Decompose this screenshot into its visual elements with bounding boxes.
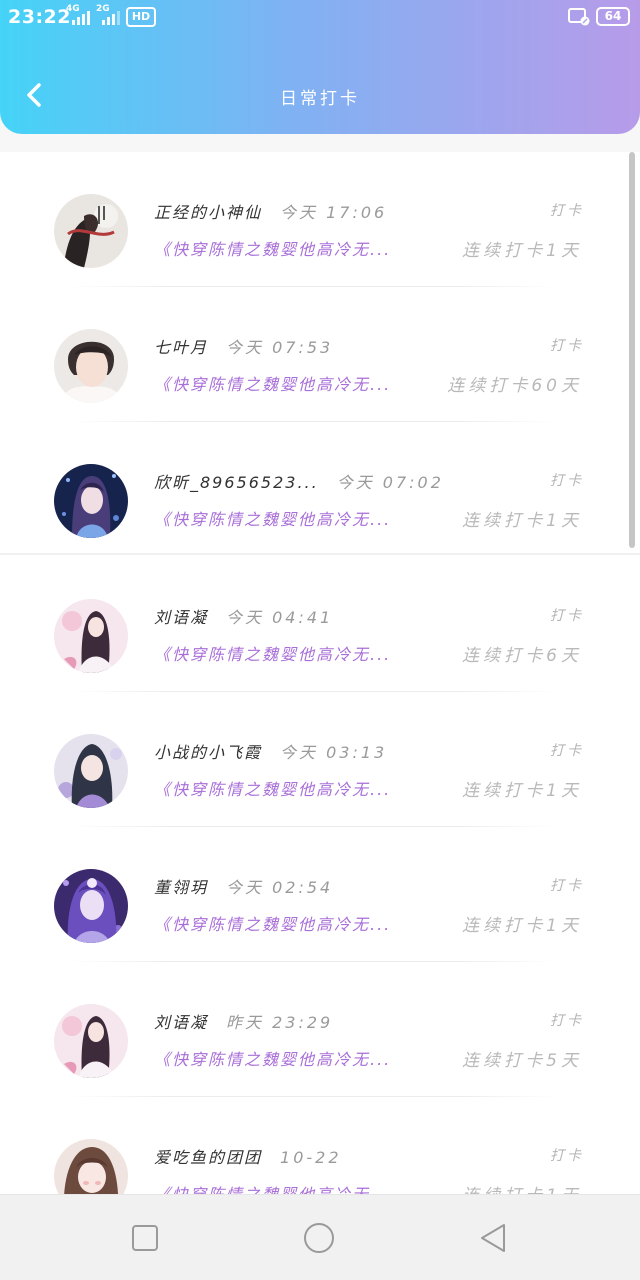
avatar[interactable] bbox=[54, 194, 128, 268]
status-time: 23:22 bbox=[8, 6, 71, 28]
list-item[interactable]: 欣昕_89656523... 今天 07:02 打卡 《快穿陈情之魏婴他高冷无..… bbox=[0, 422, 628, 557]
book-title-link[interactable]: 《快穿陈情之魏婴他高冷无... bbox=[154, 236, 391, 260]
streak-text: 连续打卡1天 bbox=[462, 1181, 582, 1194]
checkin-label: 打卡 bbox=[550, 743, 584, 759]
user-name[interactable]: 董翎玥 bbox=[154, 878, 208, 897]
list-item[interactable]: 爱吃鱼的团团 10-22 打卡 《快穿陈情之魏婴他高冷无... 连续打卡1天 bbox=[0, 1097, 628, 1194]
recent-apps-icon[interactable] bbox=[126, 1219, 164, 1257]
user-name[interactable]: 正经的小神仙 bbox=[154, 203, 262, 222]
section-separator bbox=[0, 553, 640, 555]
list-item[interactable]: 董翎玥 今天 02:54 打卡 《快穿陈情之魏婴他高冷无... 连续打卡1天 bbox=[0, 827, 628, 962]
user-line: 爱吃鱼的团团 10-22 bbox=[154, 1144, 342, 1168]
checkin-time: 今天 17:06 bbox=[280, 203, 388, 222]
system-nav-bar bbox=[0, 1194, 640, 1280]
app-header: 23:22 4G 2G HD 64 日常打卡 bbox=[0, 0, 640, 134]
book-title-link[interactable]: 《快穿陈情之魏婴他高冷无... bbox=[154, 1046, 391, 1070]
user-line: 刘语凝 今天 04:41 bbox=[154, 604, 333, 628]
page-title: 日常打卡 bbox=[280, 89, 360, 109]
book-title-link[interactable]: 《快穿陈情之魏婴他高冷无... bbox=[154, 911, 391, 935]
list-item[interactable]: 七叶月 今天 07:53 打卡 《快穿陈情之魏婴他高冷无... 连续打卡60天 bbox=[0, 287, 628, 422]
user-line: 小战的小飞霞 今天 03:13 bbox=[154, 739, 387, 763]
signal-icon: 4G bbox=[66, 5, 96, 25]
book-title-link[interactable]: 《快穿陈情之魏婴他高冷无... bbox=[154, 506, 391, 530]
list-item[interactable]: 刘语凝 昨天 23:29 打卡 《快穿陈情之魏婴他高冷无... 连续打卡5天 bbox=[0, 962, 628, 1097]
avatar[interactable] bbox=[54, 734, 128, 808]
book-title-link[interactable]: 《快穿陈情之魏婴他高冷无... bbox=[154, 641, 391, 665]
back-triangle-icon[interactable] bbox=[474, 1219, 512, 1257]
user-name[interactable]: 小战的小飞霞 bbox=[154, 743, 262, 762]
list-item[interactable]: 小战的小飞霞 今天 03:13 打卡 《快穿陈情之魏婴他高冷无... 连续打卡1天 bbox=[0, 692, 628, 827]
scrollbar[interactable] bbox=[629, 152, 635, 548]
avatar[interactable] bbox=[54, 599, 128, 673]
user-line: 刘语凝 昨天 23:29 bbox=[154, 1009, 333, 1033]
home-icon[interactable] bbox=[300, 1219, 338, 1257]
list-item[interactable]: 正经的小神仙 今天 17:06 打卡 《快穿陈情之魏婴他高冷无... 连续打卡1天 bbox=[0, 152, 628, 287]
checkin-time: 今天 07:02 bbox=[336, 473, 444, 492]
checkin-time: 10-22 bbox=[280, 1148, 342, 1167]
streak-text: 连续打卡1天 bbox=[462, 916, 582, 936]
streak-text: 连续打卡1天 bbox=[462, 781, 582, 801]
checkin-time: 今天 07:53 bbox=[226, 338, 334, 357]
checkin-label: 打卡 bbox=[550, 608, 584, 624]
streak-text: 连续打卡6天 bbox=[462, 646, 582, 666]
checkin-label: 打卡 bbox=[550, 203, 584, 219]
avatar[interactable] bbox=[54, 329, 128, 403]
checkin-list[interactable]: 正经的小神仙 今天 17:06 打卡 《快穿陈情之魏婴他高冷无... 连续打卡1天… bbox=[0, 152, 640, 1194]
checkin-label: 打卡 bbox=[550, 473, 584, 489]
checkin-label: 打卡 bbox=[550, 1148, 584, 1164]
user-name[interactable]: 爱吃鱼的团团 bbox=[154, 1148, 262, 1167]
user-line: 欣昕_89656523... 今天 07:02 bbox=[154, 469, 444, 493]
status-bar: 23:22 4G 2G HD 64 bbox=[0, 0, 640, 34]
user-line: 七叶月 今天 07:53 bbox=[154, 334, 333, 358]
list-item[interactable]: 刘语凝 今天 04:41 打卡 《快穿陈情之魏婴他高冷无... 连续打卡6天 bbox=[0, 557, 628, 692]
streak-text: 连续打卡5天 bbox=[462, 1051, 582, 1071]
checkin-time: 今天 02:54 bbox=[226, 878, 334, 897]
streak-text: 连续打卡60天 bbox=[447, 376, 582, 396]
book-title-link[interactable]: 《快穿陈情之魏婴他高冷无... bbox=[154, 1181, 391, 1194]
signal-icon-2: 2G bbox=[96, 5, 126, 25]
user-name[interactable]: 刘语凝 bbox=[154, 608, 208, 627]
notification-icon bbox=[568, 8, 590, 26]
checkin-label: 打卡 bbox=[550, 878, 584, 894]
streak-text: 连续打卡1天 bbox=[462, 241, 582, 261]
avatar[interactable] bbox=[54, 869, 128, 943]
checkin-label: 打卡 bbox=[550, 338, 584, 354]
hd-icon: HD bbox=[126, 7, 156, 27]
checkin-time: 今天 04:41 bbox=[226, 608, 334, 627]
user-name[interactable]: 七叶月 bbox=[154, 338, 208, 357]
user-line: 正经的小神仙 今天 17:06 bbox=[154, 199, 387, 223]
avatar[interactable] bbox=[54, 464, 128, 538]
streak-text: 连续打卡1天 bbox=[462, 511, 582, 531]
user-name[interactable]: 欣昕_89656523... bbox=[154, 473, 319, 492]
checkin-time: 昨天 23:29 bbox=[226, 1013, 334, 1032]
battery-icon: 64 bbox=[596, 7, 630, 26]
checkin-time: 今天 03:13 bbox=[280, 743, 388, 762]
book-title-link[interactable]: 《快穿陈情之魏婴他高冷无... bbox=[154, 776, 391, 800]
avatar[interactable] bbox=[54, 1139, 128, 1194]
book-title-link[interactable]: 《快穿陈情之魏婴他高冷无... bbox=[154, 371, 391, 395]
avatar[interactable] bbox=[54, 1004, 128, 1078]
checkin-label: 打卡 bbox=[550, 1013, 584, 1029]
user-line: 董翎玥 今天 02:54 bbox=[154, 874, 333, 898]
user-name[interactable]: 刘语凝 bbox=[154, 1013, 208, 1032]
